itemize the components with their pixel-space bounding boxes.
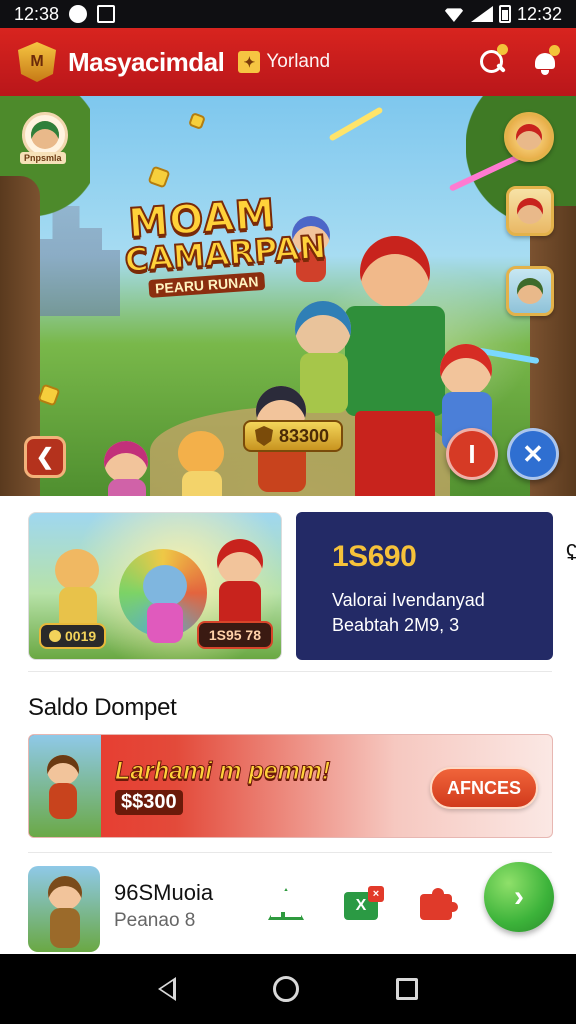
wallet-banner-title: Larhami m pemm!: [114, 757, 331, 786]
status-clock-right: 12:32: [516, 3, 562, 24]
game-meta: Peanao 8: [114, 910, 196, 931]
thumb-art: [517, 198, 543, 224]
game-name: 96SMuoia: [114, 880, 214, 905]
app-title: Masyacimdal: [68, 46, 225, 77]
app-root: 12:38 12:32 M Masyacimdal ✦ Yorland MOAM…: [0, 0, 576, 1024]
side-game-thumb-2[interactable]: [506, 266, 554, 316]
notification-icon: [69, 5, 88, 23]
hero-title-line3: PEARU RUNAN: [148, 271, 265, 298]
wallet-banner[interactable]: Larhami m pemm! $$300 AFNCES: [28, 734, 553, 838]
reward-art: [516, 124, 542, 150]
puzzle-icon[interactable]: [420, 888, 458, 920]
app-logo-mark: M: [30, 53, 44, 70]
wallet-banner-amount: $$300: [115, 790, 183, 815]
thumb-art: [517, 278, 543, 304]
promo-info-desc: Valorai Ivendanyad Beabtah 2M9, 3: [332, 588, 553, 638]
region-selector[interactable]: Yorland: [266, 51, 330, 73]
edge-cutoff-glyph: ʢ: [566, 540, 576, 565]
promo-coin-value: 0019: [65, 628, 97, 644]
tree-stem: [281, 912, 285, 920]
hero-character-pink: [98, 441, 158, 496]
promo-coin-badge: 0019: [39, 623, 107, 649]
section-divider: [28, 671, 552, 672]
hero-score-pill: 83300: [243, 420, 344, 452]
puzzle-nub-side: [448, 902, 458, 912]
go-button[interactable]: ›: [484, 862, 554, 932]
hero-close-button[interactable]: ✕: [507, 428, 559, 480]
nav-recent-icon[interactable]: [395, 978, 418, 1000]
wallet-action-button[interactable]: AFNCES: [430, 767, 538, 809]
shield-icon: [255, 426, 273, 446]
promo-info-amount: 1S690: [332, 540, 417, 573]
wallet-character: [43, 755, 83, 825]
promo-info-line2: Beabtah 2M9, 3: [332, 615, 460, 635]
hero-coin: [147, 165, 171, 189]
status-right: 12:32: [442, 3, 562, 25]
hero-character-fox: [172, 431, 232, 496]
app-header: M Masyacimdal ✦ Yorland: [0, 28, 576, 96]
region-flag-icon[interactable]: ✦: [238, 51, 261, 73]
promo-price-badge: 1S95 78: [196, 621, 273, 649]
wallet-art: [29, 735, 101, 837]
status-bar: 12:38 12:32: [0, 0, 576, 28]
game-thumbnail[interactable]: [28, 866, 100, 952]
wifi-icon: [442, 8, 465, 22]
search-badge: [497, 44, 508, 55]
game-list-item[interactable]: 96SMuoia Peanao 8 X × ›: [0, 852, 576, 952]
hero-game-title: MOAM CAMARPAN PEARU RUNAN: [121, 190, 328, 301]
search-icon[interactable]: [478, 44, 508, 76]
game-thumb-character: [42, 876, 88, 950]
bell-icon[interactable]: [532, 45, 560, 75]
tree-icon[interactable]: [268, 888, 298, 920]
promo-row: 0019 1S95 78 1S690 Valorai Ivendanyad Be…: [0, 496, 576, 672]
status-left: 12:38: [14, 3, 116, 25]
hero-light-streak: [328, 106, 384, 142]
promo-info-card[interactable]: 1S690 Valorai Ivendanyad Beabtah 2M9, 3: [296, 512, 553, 660]
promo-card-game[interactable]: 0019 1S95 78: [28, 512, 282, 660]
side-reward-icon[interactable]: [504, 112, 554, 162]
header-actions: [478, 44, 560, 76]
sheet-icon[interactable]: X ×: [344, 886, 384, 920]
app-logo[interactable]: M: [18, 42, 56, 82]
notification-badge: [549, 45, 560, 56]
avatar-face: [31, 121, 59, 149]
side-game-thumb-1[interactable]: [506, 186, 554, 236]
battery-icon: [498, 5, 511, 23]
hero-back-button[interactable]: ❮: [24, 436, 66, 478]
hero-action-red-button[interactable]: I: [446, 428, 498, 480]
player-tag: Pnpsmla: [20, 152, 66, 164]
nav-back-icon[interactable]: [158, 977, 177, 1001]
signal-icon: [470, 6, 493, 22]
hero-banner[interactable]: MOAM CAMARPAN PEARU RUNAN Pnpsmla ❮ 8330…: [0, 96, 576, 496]
sheet-badge: ×: [368, 886, 384, 902]
hero-score: 83300: [279, 425, 330, 446]
hero-coin: [188, 112, 206, 130]
promo-info-line1: Valorai Ivendanyad: [332, 590, 485, 610]
coin-icon: [49, 630, 61, 642]
system-nav-bar: [0, 954, 576, 1024]
nav-home-icon[interactable]: [272, 976, 299, 1002]
wallet-section-title: Saldo Dompet: [28, 694, 177, 721]
status-time: 12:38: [14, 3, 60, 24]
promo-character-2: [137, 565, 193, 655]
app-notification-icon: [97, 5, 116, 23]
